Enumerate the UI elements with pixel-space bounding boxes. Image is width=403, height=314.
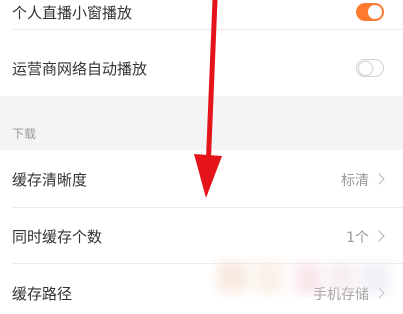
concurrent-cache-value: 1个 — [346, 230, 369, 246]
chevron-right-icon — [373, 173, 385, 185]
toggle-knob — [368, 5, 382, 19]
setting-row-pip-live: 个人直播小窗播放 — [0, 0, 403, 30]
concurrent-cache-label: 同时缓存个数 — [12, 228, 103, 246]
cache-path-label: 缓存路径 — [12, 285, 73, 303]
carrier-autoplay-label: 运营商网络自动播放 — [12, 60, 148, 78]
cache-path-value: 手机存储 — [313, 287, 369, 303]
setting-row-cache-quality[interactable]: 缓存清晰度 标清 — [0, 150, 403, 208]
setting-row-cache-path[interactable]: 缓存路径 手机存储 — [0, 264, 403, 314]
chevron-right-icon — [373, 230, 385, 242]
cache-quality-label: 缓存清晰度 — [12, 171, 88, 189]
setting-row-carrier-autoplay: 运营商网络自动播放 — [0, 30, 403, 96]
cache-quality-value: 标清 — [341, 173, 369, 189]
chevron-right-icon — [373, 287, 385, 299]
download-section-title: 下载 — [12, 127, 37, 141]
setting-row-concurrent-cache[interactable]: 同时缓存个数 1个 — [0, 208, 403, 264]
toggle-knob — [358, 61, 373, 76]
pip-live-toggle[interactable] — [356, 3, 384, 21]
carrier-autoplay-toggle[interactable] — [356, 59, 384, 77]
pip-live-label: 个人直播小窗播放 — [12, 4, 133, 22]
